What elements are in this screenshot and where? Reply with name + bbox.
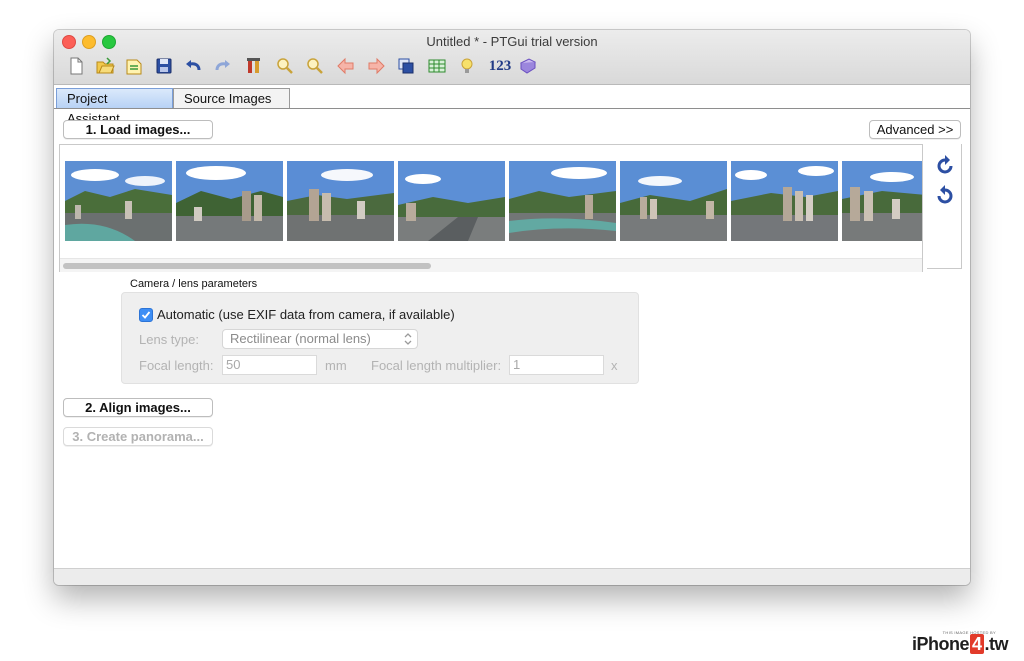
automatic-exif-label: Automatic (use EXIF data from camera, if… — [157, 307, 455, 322]
window-title: Untitled * - PTGui trial version — [426, 34, 598, 49]
open-folder-icon[interactable] — [93, 54, 117, 78]
new-document-icon[interactable] — [64, 54, 88, 78]
focal-length-label: Focal length: — [139, 358, 214, 373]
zoom-out-icon[interactable] — [303, 54, 327, 78]
multiplier-unit: x — [611, 358, 618, 373]
rotate-clockwise-icon[interactable] — [934, 184, 956, 206]
image-strip — [59, 144, 923, 272]
image-thumbnail[interactable] — [620, 161, 727, 241]
watermark-brand: iPhone 4 .tw — [912, 634, 1009, 654]
app-window: Untitled * - PTGui trial version 123 Pro… — [54, 30, 970, 585]
horizontal-scrollbar[interactable] — [60, 258, 922, 272]
save-icon[interactable] — [152, 54, 176, 78]
image-thumbnail[interactable] — [398, 161, 505, 241]
lens-type-select[interactable]: Rectilinear (normal lens) — [222, 329, 418, 349]
image-thumbnail[interactable] — [65, 161, 172, 241]
focal-length-field[interactable]: 50 — [222, 355, 317, 375]
camera-lens-group-title: Camera / lens parameters — [130, 278, 258, 290]
zoom-in-icon[interactable] — [273, 54, 297, 78]
camera-lens-group: Automatic (use EXIF data from camera, if… — [121, 292, 639, 384]
arrow-right-icon[interactable] — [364, 54, 388, 78]
focal-length-multiplier-label: Focal length multiplier: — [371, 358, 502, 373]
copy-layers-icon[interactable] — [394, 54, 418, 78]
image-thumbnail[interactable] — [509, 161, 616, 241]
watermark: THIS IMAGE HOSTED BY iPhone 4 .tw — [906, 630, 1024, 661]
lightbulb-icon[interactable] — [455, 54, 479, 78]
align-images-button[interactable]: 2. Align images... — [63, 398, 213, 417]
image-thumbnail[interactable] — [176, 161, 283, 241]
arrow-left-icon[interactable] — [334, 54, 358, 78]
rotate-counterclockwise-icon[interactable] — [934, 154, 956, 176]
tab-bar: Project Assistant Source Images — [54, 85, 970, 126]
automatic-exif-checkbox[interactable] — [139, 308, 153, 322]
advanced-button[interactable]: Advanced >> — [869, 120, 961, 139]
focal-length-multiplier-field[interactable]: 1 — [509, 355, 604, 375]
lens-type-label: Lens type: — [139, 332, 199, 347]
status-bar — [54, 568, 970, 585]
image-thumbnail[interactable] — [731, 161, 838, 241]
load-images-button[interactable]: 1. Load images... — [63, 120, 213, 139]
title-bar: Untitled * - PTGui trial version 123 — [54, 30, 970, 85]
tools-icon[interactable] — [242, 54, 266, 78]
scrollbar-thumb[interactable] — [63, 263, 431, 269]
tab-project-assistant[interactable]: Project Assistant — [56, 88, 173, 126]
undo-icon[interactable] — [181, 54, 205, 78]
select-arrows-icon — [404, 333, 412, 345]
table-icon[interactable] — [425, 54, 449, 78]
tab-source-images[interactable]: Source Images — [173, 88, 290, 108]
create-panorama-button[interactable]: 3. Create panorama... — [63, 427, 213, 446]
focal-length-unit: mm — [325, 358, 347, 373]
image-thumbnail[interactable] — [287, 161, 394, 241]
numbers-icon[interactable]: 123 — [485, 54, 515, 78]
redo-icon[interactable] — [211, 54, 235, 78]
image-thumbnail[interactable] — [842, 161, 922, 241]
open-project-icon[interactable] — [122, 54, 146, 78]
help-book-icon[interactable] — [516, 54, 540, 78]
